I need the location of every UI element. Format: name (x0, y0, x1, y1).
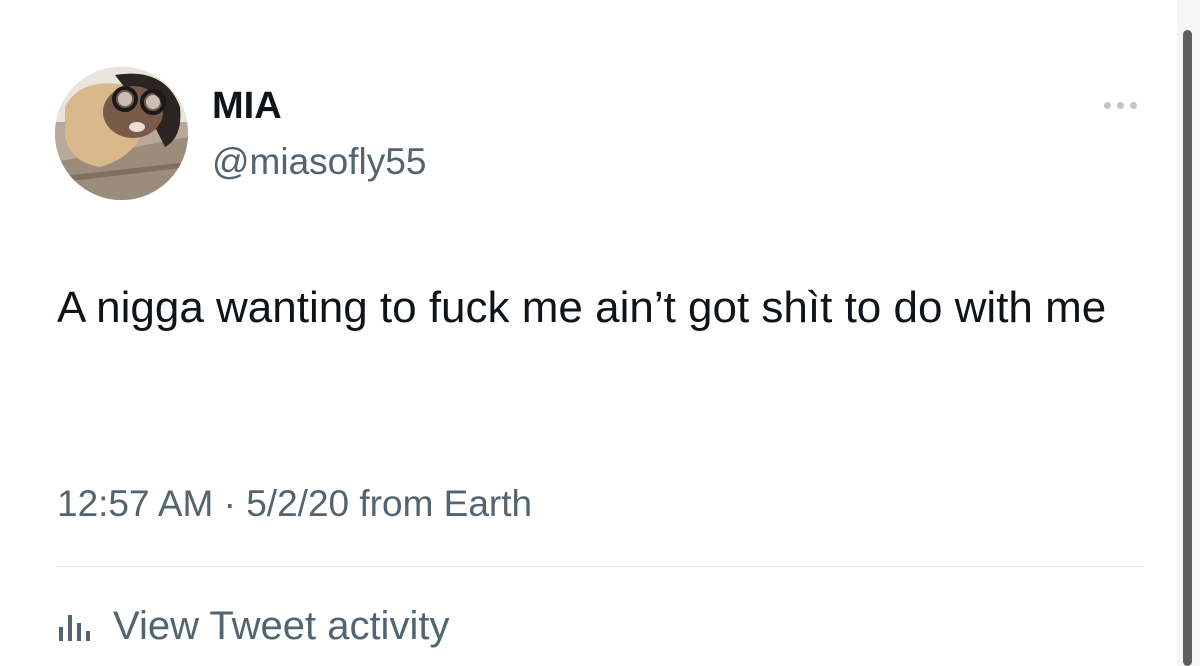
tweet-card: MIA @miasofly55 A nigga wanting to fuck … (0, 0, 1200, 666)
tweet-time[interactable]: 12:57 AM (57, 483, 213, 524)
tweet-metadata: 12:57 AM · 5/2/20 from Earth (57, 480, 532, 528)
more-options-button[interactable] (1090, 92, 1150, 118)
more-horizontal-icon (1103, 101, 1111, 109)
view-tweet-activity-label: View Tweet activity (113, 604, 450, 648)
avatar-image (55, 67, 188, 200)
author-display-name[interactable]: MIA (212, 84, 282, 128)
author-handle[interactable]: @miasofly55 (212, 140, 426, 184)
scrollbar-thumb[interactable] (1183, 30, 1192, 666)
more-horizontal-icon-dot (1116, 101, 1124, 109)
meta-separator: · (223, 483, 236, 524)
bar-chart-icon (59, 615, 90, 641)
tweet-date[interactable]: 5/2/20 (246, 483, 349, 524)
avatar[interactable] (55, 67, 188, 200)
tweet-source: from Earth (359, 483, 533, 524)
view-tweet-activity-link[interactable]: View Tweet activity (57, 600, 449, 652)
more-horizontal-icon-dot (1129, 101, 1137, 109)
divider (57, 566, 1143, 567)
tweet-text: A nigga wanting to fuck me ain’t got shì… (57, 283, 1107, 332)
